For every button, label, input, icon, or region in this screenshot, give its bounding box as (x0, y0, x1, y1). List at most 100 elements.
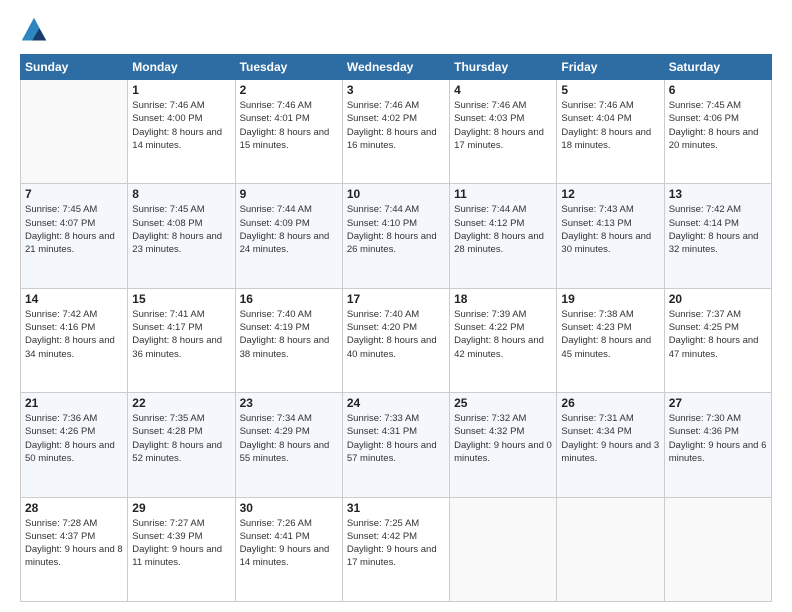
calendar-cell: 3Sunrise: 7:46 AMSunset: 4:02 PMDaylight… (342, 80, 449, 184)
calendar-cell: 2 Sunrise: 7:46 AMSunset: 4:01 PMDaylight… (235, 80, 342, 184)
calendar-table: SundayMondayTuesdayWednesdayThursdayFrid… (20, 54, 772, 602)
calendar-cell (450, 497, 557, 601)
day-number: 18 (454, 292, 552, 306)
calendar-cell: 29 Sunrise: 7:27 AMSunset: 4:39 PMDayligh… (128, 497, 235, 601)
calendar-cell: 26 Sunrise: 7:31 AMSunset: 4:34 PMDayligh… (557, 393, 664, 497)
calendar-cell: 23 Sunrise: 7:34 AMSunset: 4:29 PMDayligh… (235, 393, 342, 497)
calendar-cell: 4Sunrise: 7:46 AMSunset: 4:03 PMDaylight… (450, 80, 557, 184)
calendar-cell: 8 Sunrise: 7:45 AMSunset: 4:08 PMDaylight… (128, 184, 235, 288)
day-number: 26 (561, 396, 659, 410)
day-number: 9 (240, 187, 338, 201)
calendar-cell: 28 Sunrise: 7:28 AMSunset: 4:37 PMDayligh… (21, 497, 128, 601)
day-info: Sunrise: 7:44 AMSunset: 4:10 PMDaylight:… (347, 203, 445, 256)
day-info: Sunrise: 7:37 AMSunset: 4:25 PMDaylight:… (669, 308, 767, 361)
calendar-cell: 18Sunrise: 7:39 AMSunset: 4:22 PMDayligh… (450, 288, 557, 392)
calendar-cell: 22 Sunrise: 7:35 AMSunset: 4:28 PMDayligh… (128, 393, 235, 497)
day-number: 23 (240, 396, 338, 410)
calendar-cell: 21 Sunrise: 7:36 AMSunset: 4:26 PMDayligh… (21, 393, 128, 497)
calendar-week-row: 14Sunrise: 7:42 AMSunset: 4:16 PMDayligh… (21, 288, 772, 392)
day-info: Sunrise: 7:25 AMSunset: 4:42 PMDaylight:… (347, 517, 445, 570)
calendar-header-thursday: Thursday (450, 55, 557, 80)
calendar-header-monday: Monday (128, 55, 235, 80)
day-info: Sunrise: 7:45 AMSunset: 4:06 PMDaylight:… (669, 99, 767, 152)
day-number: 17 (347, 292, 445, 306)
calendar-cell: 10 Sunrise: 7:44 AMSunset: 4:10 PMDayligh… (342, 184, 449, 288)
header (20, 16, 772, 44)
day-number: 25 (454, 396, 552, 410)
calendar-cell: 11 Sunrise: 7:44 AMSunset: 4:12 PMDayligh… (450, 184, 557, 288)
day-info: Sunrise: 7:35 AMSunset: 4:28 PMDaylight:… (132, 412, 230, 465)
day-number: 5 (561, 83, 659, 97)
day-number: 28 (25, 501, 123, 515)
calendar-cell: 1 Sunrise: 7:46 AMSunset: 4:00 PMDaylight… (128, 80, 235, 184)
day-info: Sunrise: 7:40 AMSunset: 4:20 PMDaylight:… (347, 308, 445, 361)
day-info: Sunrise: 7:41 AMSunset: 4:17 PMDaylight:… (132, 308, 230, 361)
day-info: Sunrise: 7:33 AMSunset: 4:31 PMDaylight:… (347, 412, 445, 465)
calendar-cell: 27 Sunrise: 7:30 AMSunset: 4:36 PMDayligh… (664, 393, 771, 497)
day-info: Sunrise: 7:26 AMSunset: 4:41 PMDaylight:… (240, 517, 338, 570)
day-number: 16 (240, 292, 338, 306)
calendar-cell: 9 Sunrise: 7:44 AMSunset: 4:09 PMDaylight… (235, 184, 342, 288)
day-info: Sunrise: 7:40 AMSunset: 4:19 PMDaylight:… (240, 308, 338, 361)
day-info: Sunrise: 7:45 AMSunset: 4:08 PMDaylight:… (132, 203, 230, 256)
day-info: Sunrise: 7:43 AMSunset: 4:13 PMDaylight:… (561, 203, 659, 256)
day-info: Sunrise: 7:42 AMSunset: 4:16 PMDaylight:… (25, 308, 123, 361)
day-number: 22 (132, 396, 230, 410)
calendar-header-friday: Friday (557, 55, 664, 80)
day-number: 21 (25, 396, 123, 410)
day-number: 24 (347, 396, 445, 410)
day-number: 29 (132, 501, 230, 515)
day-info: Sunrise: 7:45 AMSunset: 4:07 PMDaylight:… (25, 203, 123, 256)
day-number: 2 (240, 83, 338, 97)
calendar-cell: 14Sunrise: 7:42 AMSunset: 4:16 PMDayligh… (21, 288, 128, 392)
day-info: Sunrise: 7:27 AMSunset: 4:39 PMDaylight:… (132, 517, 230, 570)
day-info: Sunrise: 7:44 AMSunset: 4:12 PMDaylight:… (454, 203, 552, 256)
day-info: Sunrise: 7:44 AMSunset: 4:09 PMDaylight:… (240, 203, 338, 256)
day-number: 1 (132, 83, 230, 97)
calendar-cell: 31 Sunrise: 7:25 AMSunset: 4:42 PMDayligh… (342, 497, 449, 601)
calendar-header-sunday: Sunday (21, 55, 128, 80)
calendar-cell: 17 Sunrise: 7:40 AMSunset: 4:20 PMDayligh… (342, 288, 449, 392)
logo (20, 16, 52, 44)
day-info: Sunrise: 7:46 AMSunset: 4:02 PMDaylight:… (347, 99, 445, 152)
day-info: Sunrise: 7:30 AMSunset: 4:36 PMDaylight:… (669, 412, 767, 465)
calendar-cell: 19 Sunrise: 7:38 AMSunset: 4:23 PMDayligh… (557, 288, 664, 392)
day-info: Sunrise: 7:36 AMSunset: 4:26 PMDaylight:… (25, 412, 123, 465)
day-number: 8 (132, 187, 230, 201)
day-number: 11 (454, 187, 552, 201)
day-number: 10 (347, 187, 445, 201)
day-number: 27 (669, 396, 767, 410)
calendar-week-row: 1 Sunrise: 7:46 AMSunset: 4:00 PMDaylight… (21, 80, 772, 184)
day-info: Sunrise: 7:32 AMSunset: 4:32 PMDaylight:… (454, 412, 552, 465)
page: SundayMondayTuesdayWednesdayThursdayFrid… (0, 0, 792, 612)
calendar-cell: 6 Sunrise: 7:45 AMSunset: 4:06 PMDaylight… (664, 80, 771, 184)
calendar-cell: 12 Sunrise: 7:43 AMSunset: 4:13 PMDayligh… (557, 184, 664, 288)
day-info: Sunrise: 7:28 AMSunset: 4:37 PMDaylight:… (25, 517, 123, 570)
day-info: Sunrise: 7:46 AMSunset: 4:04 PMDaylight:… (561, 99, 659, 152)
calendar-cell: 7 Sunrise: 7:45 AMSunset: 4:07 PMDaylight… (21, 184, 128, 288)
day-number: 12 (561, 187, 659, 201)
calendar-week-row: 28 Sunrise: 7:28 AMSunset: 4:37 PMDayligh… (21, 497, 772, 601)
logo-icon (20, 16, 48, 44)
calendar-cell: 30Sunrise: 7:26 AMSunset: 4:41 PMDayligh… (235, 497, 342, 601)
day-info: Sunrise: 7:38 AMSunset: 4:23 PMDaylight:… (561, 308, 659, 361)
calendar-cell (557, 497, 664, 601)
day-number: 31 (347, 501, 445, 515)
day-number: 7 (25, 187, 123, 201)
calendar-header-saturday: Saturday (664, 55, 771, 80)
day-info: Sunrise: 7:34 AMSunset: 4:29 PMDaylight:… (240, 412, 338, 465)
day-info: Sunrise: 7:46 AMSunset: 4:00 PMDaylight:… (132, 99, 230, 152)
day-info: Sunrise: 7:46 AMSunset: 4:01 PMDaylight:… (240, 99, 338, 152)
calendar-cell: 24 Sunrise: 7:33 AMSunset: 4:31 PMDayligh… (342, 393, 449, 497)
day-number: 13 (669, 187, 767, 201)
day-number: 15 (132, 292, 230, 306)
day-info: Sunrise: 7:42 AMSunset: 4:14 PMDaylight:… (669, 203, 767, 256)
day-info: Sunrise: 7:31 AMSunset: 4:34 PMDaylight:… (561, 412, 659, 465)
calendar-header-wednesday: Wednesday (342, 55, 449, 80)
day-number: 20 (669, 292, 767, 306)
day-info: Sunrise: 7:46 AMSunset: 4:03 PMDaylight:… (454, 99, 552, 152)
calendar-week-row: 7 Sunrise: 7:45 AMSunset: 4:07 PMDaylight… (21, 184, 772, 288)
day-number: 6 (669, 83, 767, 97)
day-number: 19 (561, 292, 659, 306)
calendar-header-row: SundayMondayTuesdayWednesdayThursdayFrid… (21, 55, 772, 80)
